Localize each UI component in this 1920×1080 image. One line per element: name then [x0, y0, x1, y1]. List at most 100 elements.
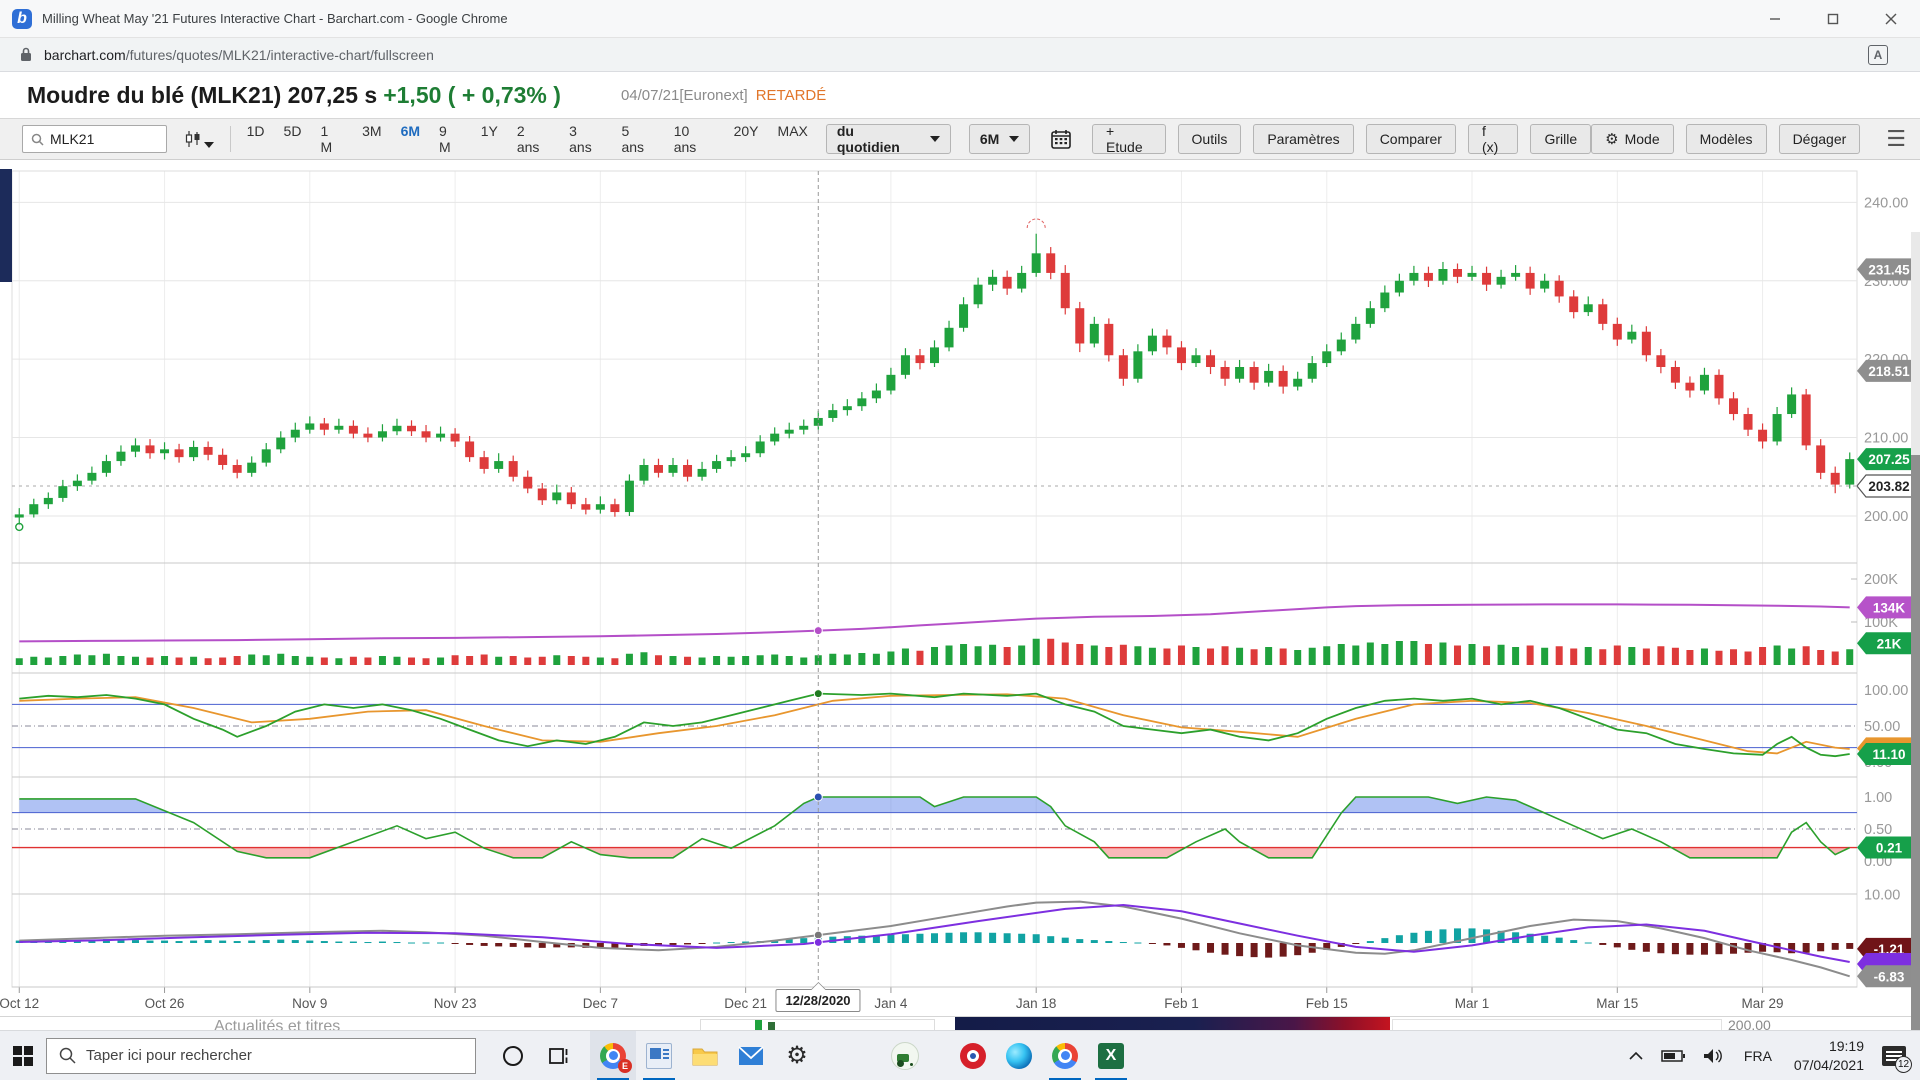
taskbar-search-placeholder: Taper ici pour rechercher	[86, 1047, 252, 1064]
clear-button[interactable]: Dégager	[1778, 124, 1861, 154]
frequency-dropdown-label: du quotidien	[836, 123, 900, 155]
svg-text:-6.83: -6.83	[1874, 969, 1905, 984]
settings-button[interactable]: ⚙	[774, 1031, 820, 1080]
edge-icon	[1006, 1042, 1032, 1069]
notification-center-button[interactable]: 12	[1874, 1031, 1914, 1080]
toolbar-button[interactable]: + Etude	[1092, 123, 1166, 155]
svg-text:Mar 15: Mar 15	[1596, 996, 1638, 1011]
mail-app-button[interactable]	[728, 1031, 774, 1080]
clock[interactable]: 19:19 07/04/2021	[1784, 1037, 1874, 1075]
close-button[interactable]	[1862, 0, 1920, 38]
battery-indicator[interactable]	[1652, 1049, 1694, 1063]
frequency-dropdown[interactable]: du quotidien	[825, 123, 951, 155]
excel-button[interactable]: X	[1088, 1031, 1134, 1080]
gear-icon: ⚙	[786, 1041, 808, 1069]
svg-text:231.45: 231.45	[1868, 262, 1910, 277]
chart-type-selector[interactable]	[185, 130, 214, 148]
excel-icon: X	[1098, 1042, 1124, 1069]
svg-text:Jan 18: Jan 18	[1016, 996, 1057, 1011]
timeframe-button[interactable]: 1D	[247, 123, 265, 155]
minimize-icon	[1770, 17, 1780, 20]
task-view-button[interactable]	[536, 1031, 582, 1080]
toolbar-button[interactable]: Grille	[1530, 124, 1592, 154]
maximize-button[interactable]	[1804, 0, 1862, 38]
start-button[interactable]	[0, 1031, 46, 1080]
scrollbar-thumb[interactable]	[1911, 455, 1920, 1080]
volume-indicator[interactable]	[1694, 1048, 1732, 1064]
notification-count-badge: 12	[1895, 1055, 1912, 1073]
below-fold-strip: Actualités et titres 200.00	[0, 1016, 1920, 1030]
range-dropdown[interactable]: 6M	[968, 124, 1031, 154]
file-explorer-button[interactable]	[682, 1031, 728, 1080]
symbol-input[interactable]	[50, 131, 150, 147]
timeframe-button[interactable]: 1 M	[320, 123, 343, 155]
timeframe-button[interactable]: 3M	[362, 123, 381, 155]
timeframe-button[interactable]: 3 ans	[569, 123, 602, 155]
tray-expand-button[interactable]	[1620, 1051, 1652, 1060]
chart-region: Oct 12 Oct 26 Nov 9 Nov 23 Dec 7 Dec 21 Jan 4 J…	[0, 160, 1920, 1080]
taskbar-search-box[interactable]: Taper ici pour rechercher	[46, 1037, 476, 1074]
timeframe-button[interactable]: 20Y	[734, 123, 759, 155]
language-indicator[interactable]: FRA	[1732, 1048, 1784, 1064]
svg-text:21K: 21K	[1877, 636, 1902, 651]
svg-text:240.00: 240.00	[1864, 195, 1908, 211]
svg-text:100.00: 100.00	[1864, 683, 1908, 699]
interactive-chart[interactable]: Oct 12 Oct 26 Nov 9 Nov 23 Dec 7 Dec 21 Jan 4 J…	[0, 160, 1920, 1030]
minimize-button[interactable]	[1746, 0, 1804, 38]
task-view-icon	[549, 1047, 568, 1064]
svg-text:Mar 29: Mar 29	[1742, 996, 1784, 1011]
document-app-button[interactable]	[636, 1031, 682, 1080]
timeframe-button[interactable]: 1Y	[481, 123, 498, 155]
red-app-icon	[960, 1042, 986, 1069]
toolbar-button[interactable]: Paramètres	[1253, 124, 1354, 154]
quote-header: Moudre du blé (MLK21) 207,25 s +1,50 ( +…	[0, 72, 1920, 118]
svg-text:Dec 7: Dec 7	[583, 996, 618, 1011]
toolbar-button[interactable]: Comparer	[1365, 124, 1456, 154]
calendar-button[interactable]	[1046, 124, 1076, 154]
chrome-profile-badge: E	[618, 1058, 632, 1073]
toolbar-button[interactable]: Outils	[1177, 124, 1242, 154]
chevron-down-icon	[929, 136, 940, 142]
models-button[interactable]: Modèles	[1685, 124, 1767, 154]
svg-text:50.00: 50.00	[1864, 719, 1900, 735]
timeframe-button[interactable]: 5D	[284, 123, 302, 155]
chrome-app-button-active[interactable]: E	[590, 1030, 636, 1080]
delayed-badge: RETARDÉ	[755, 86, 827, 104]
media-app-button[interactable]	[950, 1031, 996, 1080]
models-button-label: Modèles	[1699, 131, 1753, 147]
timeframe-button[interactable]: 6M	[401, 123, 420, 155]
chrome-icon	[1052, 1042, 1078, 1069]
svg-text:218.51: 218.51	[1868, 364, 1910, 379]
svg-text:Nov 23: Nov 23	[434, 996, 477, 1011]
timeframe-button[interactable]: 2 ans	[517, 123, 550, 155]
range-dropdown-label: 6M	[979, 131, 1000, 147]
symbol-search-box[interactable]	[22, 125, 167, 153]
timeframe-button[interactable]: 10 ans	[674, 123, 715, 155]
farming-app-button[interactable]	[882, 1031, 928, 1080]
clear-button-label: Dégager	[1792, 131, 1847, 147]
menu-icon[interactable]: ☰	[1886, 126, 1906, 152]
calendar-icon	[1051, 130, 1071, 149]
candlestick-type-icon	[185, 131, 200, 147]
svg-text:200.00: 200.00	[1864, 509, 1908, 525]
cortana-button[interactable]	[490, 1031, 536, 1080]
url-bar[interactable]: barchart.com/futures/quotes/MLK21/intera…	[0, 38, 1920, 72]
edge-button[interactable]	[996, 1031, 1042, 1080]
svg-text:10.00: 10.00	[1864, 887, 1900, 903]
crosshair-date-tooltip: 12/28/2020	[775, 982, 861, 1012]
search-icon	[59, 1047, 76, 1064]
toolbar-button[interactable]: f (x)	[1467, 123, 1519, 155]
timeframe-button[interactable]: 5 ans	[621, 123, 654, 155]
translate-icon[interactable]: A	[1868, 44, 1888, 65]
mini-candle-icon	[755, 1020, 762, 1030]
chrome-button[interactable]	[1042, 1031, 1088, 1080]
timeframe-button[interactable]: 9 M	[439, 123, 462, 155]
timeframe-button[interactable]: MAX	[778, 123, 808, 155]
windows-logo-icon	[13, 1045, 33, 1066]
svg-text:Jan 4: Jan 4	[874, 996, 908, 1011]
speaker-icon	[1703, 1048, 1722, 1063]
page-scrollbar[interactable]	[1911, 232, 1920, 1080]
svg-text:134K: 134K	[1873, 600, 1906, 615]
url-text[interactable]: barchart.com/futures/quotes/MLK21/intera…	[44, 47, 434, 63]
mode-button[interactable]: ⚙ Mode	[1591, 124, 1674, 154]
